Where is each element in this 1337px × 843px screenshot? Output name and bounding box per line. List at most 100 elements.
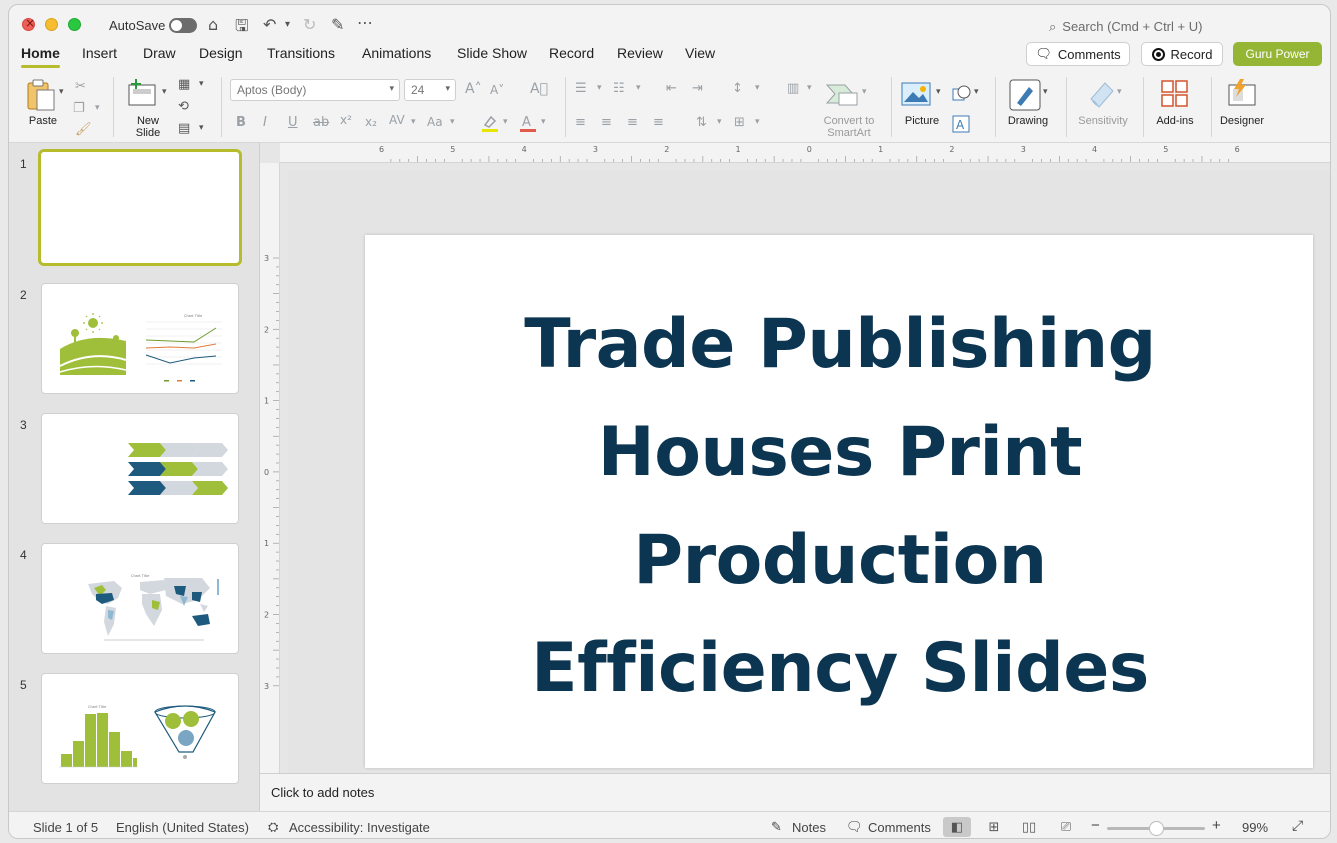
drawing-dropdown-icon[interactable]: ▾	[1043, 87, 1048, 97]
undo-dropdown-icon[interactable]: ▾	[285, 19, 290, 30]
numbering-dropdown-icon[interactable]: ▾	[636, 83, 641, 93]
zoom-slider-knob[interactable]	[1148, 821, 1164, 836]
horizontal-ruler[interactable]: 6 5 4 3 2 1 0 1 2 3 4 5 6	[280, 143, 1331, 163]
line-spacing-dropdown-icon[interactable]: ▾	[755, 83, 760, 93]
layout-icon[interactable]: ▦	[178, 77, 190, 92]
tab-transitions[interactable]: Transitions	[267, 45, 335, 61]
accessibility-status[interactable]: Accessibility: Investigate	[289, 820, 430, 835]
shrink-font-icon[interactable]: A˅	[490, 83, 504, 97]
slide-thumbnail-3[interactable]	[41, 413, 239, 524]
normal-view-button[interactable]: ◧	[943, 817, 971, 837]
search-box[interactable]: ⌕ Search (Cmd + Ctrl + U)	[1049, 19, 1202, 35]
slide-title[interactable]: Trade Publishing Houses Print Production…	[455, 291, 1225, 723]
copy-dropdown-icon[interactable]: ▾	[95, 103, 100, 113]
paste-dropdown-icon[interactable]: ▾	[59, 87, 64, 97]
tab-record[interactable]: Record	[549, 45, 594, 61]
language-indicator[interactable]: English (United States)	[116, 820, 249, 835]
align-right-icon[interactable]: ≡	[627, 115, 638, 130]
notes-pane[interactable]: Click to add notes	[260, 773, 1330, 811]
font-name-dropdown[interactable]: Aptos (Body) ▾	[230, 79, 400, 101]
reading-view-button[interactable]: ▯▯	[1015, 817, 1043, 837]
cut-icon[interactable]: ✂	[75, 79, 86, 94]
strikethrough-icon[interactable]: ab	[313, 115, 329, 130]
subscript-icon[interactable]: x₂	[365, 115, 377, 129]
vertical-ruler[interactable]: 3 2 1 0 1 2 3	[260, 163, 280, 773]
font-color-icon[interactable]: A	[518, 113, 538, 133]
zoom-out-button[interactable]: −	[1091, 817, 1100, 834]
change-case-icon[interactable]: Aa	[427, 115, 443, 129]
slide-thumbnail-2[interactable]: Chart Title	[41, 283, 239, 394]
current-slide[interactable]: Trade Publishing Houses Print Production…	[365, 235, 1313, 768]
superscript-icon[interactable]: x²	[340, 113, 352, 127]
slide-thumbnail-5[interactable]: Chart Title	[41, 673, 239, 784]
notes-button[interactable]: Notes	[792, 820, 826, 835]
tab-view[interactable]: View	[685, 45, 715, 61]
character-spacing-dropdown-icon[interactable]: ▾	[411, 117, 416, 127]
align-center-icon[interactable]: ≡	[601, 115, 612, 130]
comments-status-button[interactable]: Comments	[868, 820, 931, 835]
tab-design[interactable]: Design	[199, 45, 243, 61]
new-slide-dropdown-icon[interactable]: ▾	[162, 87, 167, 97]
justify-icon[interactable]: ≡	[653, 115, 664, 130]
text-direction-dropdown-icon[interactable]: ▾	[717, 117, 722, 127]
tab-home[interactable]: Home	[21, 45, 60, 68]
highlight-dropdown-icon[interactable]: ▾	[503, 117, 508, 127]
bold-icon[interactable]: B	[236, 115, 246, 130]
redo-icon[interactable]: ↻	[303, 15, 316, 34]
bullets-dropdown-icon[interactable]: ▾	[597, 83, 602, 93]
record-button[interactable]: Record	[1141, 42, 1223, 66]
columns-icon[interactable]: ▥	[787, 81, 799, 96]
smartart-icon[interactable]	[825, 81, 859, 107]
guru-power-button[interactable]: Guru Power	[1233, 42, 1322, 66]
change-case-dropdown-icon[interactable]: ▾	[450, 117, 455, 127]
font-size-dropdown[interactable]: 24 ▾	[404, 79, 456, 101]
designer-icon[interactable]	[1226, 79, 1258, 109]
character-spacing-icon[interactable]: AV	[389, 113, 405, 127]
home-icon[interactable]: ⌂	[208, 15, 218, 34]
tab-insert[interactable]: Insert	[82, 45, 117, 61]
zoom-level[interactable]: 99%	[1242, 820, 1268, 835]
sensitivity-dropdown-icon[interactable]: ▾	[1117, 87, 1122, 97]
clear-formatting-icon[interactable]: A⃠	[530, 81, 548, 97]
shapes-icon[interactable]	[951, 83, 973, 105]
maximize-window-button[interactable]	[68, 18, 81, 31]
save-icon[interactable]: 🖫	[235, 15, 249, 42]
section-dropdown-icon[interactable]: ▾	[199, 123, 204, 133]
customize-icon[interactable]: ✎	[331, 15, 344, 34]
slide-sorter-button[interactable]: ⊞	[980, 817, 1008, 837]
add-ins-icon[interactable]	[1160, 79, 1190, 109]
slide-thumbnail-1[interactable]	[38, 149, 242, 266]
slide-show-button[interactable]: ⎚	[1052, 817, 1080, 837]
bullets-icon[interactable]: ☰	[575, 81, 587, 96]
italic-icon[interactable]: I	[263, 115, 267, 130]
undo-icon[interactable]: ↶	[263, 15, 276, 34]
columns-dropdown-icon[interactable]: ▾	[807, 83, 812, 93]
drawing-icon[interactable]	[1009, 79, 1041, 111]
new-slide-icon[interactable]	[127, 79, 159, 109]
underline-icon[interactable]: U	[288, 115, 298, 130]
format-painter-icon[interactable]: 🖌	[75, 122, 92, 137]
numbering-icon[interactable]: ☷	[613, 81, 625, 96]
reset-icon[interactable]: ⟲	[178, 99, 189, 114]
layout-dropdown-icon[interactable]: ▾	[199, 79, 204, 89]
close-window-button[interactable]	[22, 16, 35, 31]
paste-icon[interactable]	[25, 79, 59, 111]
autosave-toggle[interactable]	[169, 18, 197, 33]
smartart-dropdown-icon[interactable]: ▾	[862, 87, 867, 97]
picture-dropdown-icon[interactable]: ▾	[936, 87, 941, 97]
copy-icon[interactable]: ❐	[73, 101, 85, 116]
grow-font-icon[interactable]: A˄	[465, 81, 482, 97]
line-spacing-icon[interactable]: ↕	[732, 81, 743, 96]
text-box-icon[interactable]: A	[952, 115, 970, 133]
more-icon[interactable]: ⋯	[357, 13, 373, 32]
fit-to-window-icon[interactable]: ⤢	[1292, 818, 1303, 834]
slide-thumbnail-4[interactable]: Chart Title	[41, 543, 239, 654]
tab-review[interactable]: Review	[617, 45, 663, 61]
tab-animations[interactable]: Animations	[362, 45, 431, 61]
align-text-icon[interactable]: ⊞	[734, 115, 745, 130]
font-color-dropdown-icon[interactable]: ▾	[541, 117, 546, 127]
comments-button[interactable]: 🗨 Comments	[1026, 42, 1130, 66]
minimize-window-button[interactable]	[45, 18, 58, 31]
text-direction-icon[interactable]: ⇅	[696, 115, 707, 130]
decrease-indent-icon[interactable]: ⇤	[666, 81, 677, 96]
